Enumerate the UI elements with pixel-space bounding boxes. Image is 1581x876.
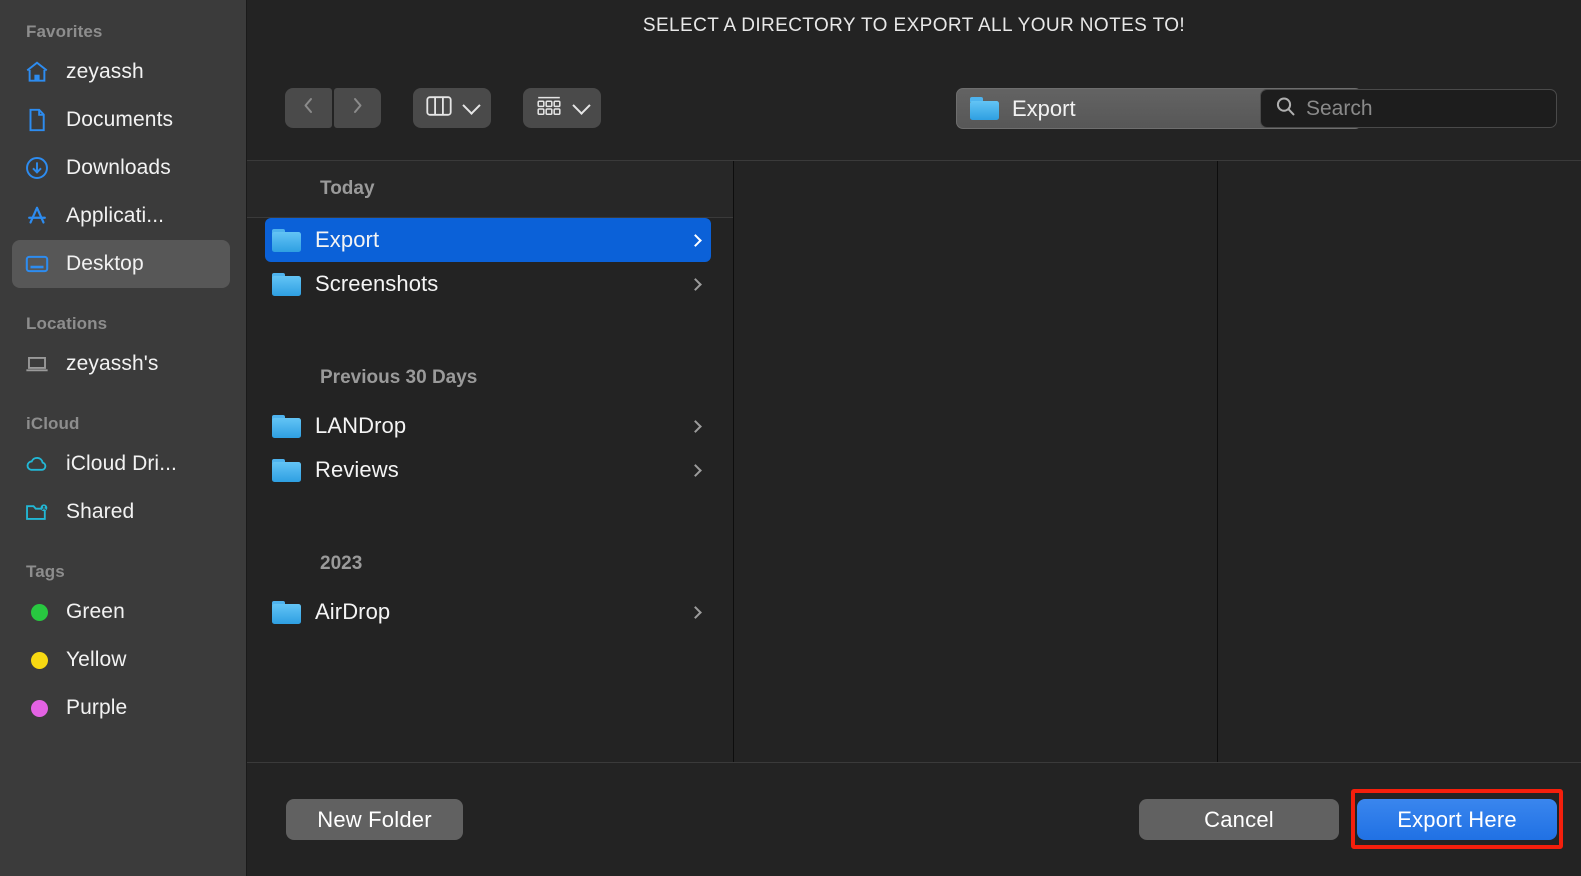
search-input[interactable]: Search — [1260, 89, 1557, 128]
download-icon — [24, 155, 50, 181]
chevron-right-icon — [689, 606, 702, 619]
icloud-icon — [24, 451, 50, 477]
sidebar-section-title-icloud: iCloud — [0, 406, 246, 440]
group-header-2023: 2023 — [247, 538, 733, 590]
footer-action-buttons: Cancel Export Here — [1139, 799, 1557, 840]
list-item[interactable]: Reviews — [265, 448, 711, 492]
main-pane: SELECT A DIRECTORY TO EXPORT ALL YOUR NO… — [247, 0, 1581, 876]
group-by-icon — [536, 95, 562, 122]
tag-dot-icon — [24, 647, 50, 673]
tag-dot-icon — [24, 695, 50, 721]
sidebar-item-label: Downloads — [66, 156, 171, 180]
forward-button[interactable] — [334, 88, 381, 128]
sidebar-item-label: Shared — [66, 500, 134, 524]
file-picker-dialog: Favorites zeyassh Documents — [0, 0, 1581, 876]
list-item[interactable]: Export — [265, 218, 711, 262]
sidebar-item-tag-yellow[interactable]: Yellow — [12, 636, 230, 684]
sidebar-item-zeyassh[interactable]: zeyassh — [12, 48, 230, 96]
list-item[interactable]: LANDrop — [265, 404, 711, 448]
browser-column-2[interactable] — [734, 161, 1218, 762]
dialog-title: SELECT A DIRECTORY TO EXPORT ALL YOUR NO… — [247, 0, 1581, 56]
sidebar-item-label: Desktop — [66, 252, 144, 276]
sidebar-section-title-favorites: Favorites — [0, 14, 246, 48]
group-by-button[interactable] — [523, 88, 601, 128]
sidebar-section-title-locations: Locations — [0, 306, 246, 340]
desktop-icon — [24, 251, 50, 277]
path-popup-label: Export — [1012, 96, 1076, 122]
sidebar-item-desktop[interactable]: Desktop — [12, 240, 230, 288]
folder-icon — [272, 229, 301, 252]
shared-folder-icon — [24, 499, 50, 525]
sidebar-item-applications[interactable]: Applicati... — [12, 192, 230, 240]
list-item-label: LANDrop — [315, 413, 406, 439]
list-item-label: AirDrop — [315, 599, 390, 625]
browser-column-3[interactable] — [1218, 161, 1581, 762]
sidebar-item-tag-green[interactable]: Green — [12, 588, 230, 636]
applications-icon — [24, 203, 50, 229]
folder-icon — [970, 97, 999, 120]
list-item-label: Reviews — [315, 457, 399, 483]
chevron-right-icon — [350, 95, 365, 121]
sidebar-item-label: zeyassh's — [66, 352, 158, 376]
chevron-right-icon — [689, 420, 702, 433]
chevron-right-icon — [689, 464, 702, 477]
column-view-icon — [426, 95, 452, 122]
browser-column-1[interactable]: Today Export Screenshots Previo — [247, 161, 734, 762]
chevron-right-icon — [689, 278, 702, 291]
folder-icon — [272, 459, 301, 482]
toolbar: Export Search — [247, 56, 1581, 160]
list-item-label: Export — [315, 227, 379, 253]
sidebar-item-tag-purple[interactable]: Purple — [12, 684, 230, 732]
search-icon — [1275, 96, 1296, 122]
sidebar-item-label: iCloud Dri... — [66, 452, 177, 476]
sidebar-section-title-tags: Tags — [0, 554, 246, 588]
sidebar-item-label: zeyassh — [66, 60, 144, 84]
folder-icon — [272, 415, 301, 438]
navigation-buttons — [285, 88, 381, 128]
tag-dot-icon — [24, 599, 50, 625]
list-item[interactable]: Screenshots — [265, 262, 711, 306]
chevron-left-icon — [301, 95, 316, 121]
home-icon — [24, 59, 50, 85]
group-spacer — [247, 306, 733, 352]
sidebar-item-label: Purple — [66, 696, 127, 720]
sidebar-item-label: Green — [66, 600, 125, 624]
folder-icon — [272, 601, 301, 624]
sidebar-item-documents[interactable]: Documents — [12, 96, 230, 144]
group-header-today: Today — [247, 161, 733, 218]
folder-icon — [272, 273, 301, 296]
sidebar-item-label: Yellow — [66, 648, 127, 672]
footer-bar: New Folder Cancel Export Here — [247, 763, 1581, 876]
back-button[interactable] — [285, 88, 332, 128]
list-item-label: Screenshots — [315, 271, 438, 297]
chevron-down-icon — [572, 96, 590, 114]
sidebar-item-label: Documents — [66, 108, 173, 132]
chevron-right-icon — [689, 234, 702, 247]
cancel-button[interactable]: Cancel — [1139, 799, 1339, 840]
document-icon — [24, 107, 50, 133]
search-placeholder: Search — [1306, 97, 1373, 121]
group-header-previous-30-days: Previous 30 Days — [247, 352, 733, 404]
export-here-button[interactable]: Export Here — [1357, 799, 1557, 840]
list-item[interactable]: AirDrop — [265, 590, 711, 634]
sidebar-item-icloud-drive[interactable]: iCloud Dri... — [12, 440, 230, 488]
file-browser: Today Export Screenshots Previo — [247, 160, 1581, 763]
group-spacer — [247, 492, 733, 538]
chevron-down-icon — [462, 96, 480, 114]
laptop-icon — [24, 351, 50, 377]
sidebar-item-downloads[interactable]: Downloads — [12, 144, 230, 192]
sidebar-item-zeyasshs-mac[interactable]: zeyassh's — [12, 340, 230, 388]
sidebar-item-shared[interactable]: Shared — [12, 488, 230, 536]
sidebar-item-label: Applicati... — [66, 204, 164, 228]
sidebar: Favorites zeyassh Documents — [0, 0, 247, 876]
new-folder-button[interactable]: New Folder — [286, 799, 463, 840]
view-mode-button[interactable] — [413, 88, 491, 128]
